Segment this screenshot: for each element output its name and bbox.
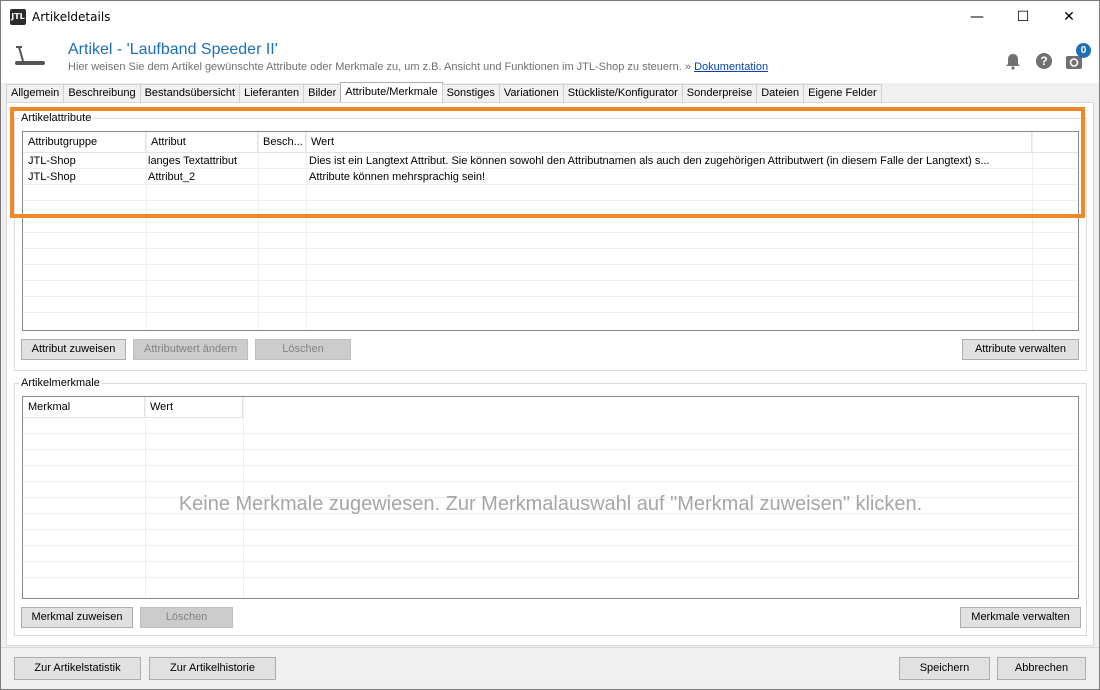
cell-attribut: Attribut_2 [148, 171, 196, 183]
close-button[interactable]: ✕ [1046, 1, 1092, 32]
window-title: Artikeldetails [32, 10, 111, 24]
change-attribute-value-button[interactable]: Attributwert ändern [133, 339, 248, 360]
article-details-window: JTL Artikeldetails — ☐ ✕ Artikel - 'Lauf… [0, 0, 1100, 690]
column-header-attribut[interactable]: Attribut [146, 132, 258, 152]
assign-feature-button[interactable]: Merkmal zuweisen [21, 607, 133, 628]
cell-beschreibung [258, 169, 306, 185]
manage-features-button[interactable]: Merkmale verwalten [960, 607, 1081, 628]
notification-badge: 0 [1076, 43, 1091, 58]
column-header-wert[interactable]: Wert [145, 397, 243, 417]
treadmill-icon [15, 46, 45, 65]
minimize-button[interactable]: — [954, 1, 1000, 32]
tab-beschreibung[interactable]: Beschreibung [63, 84, 141, 102]
help-icon[interactable]: ? [1035, 52, 1053, 70]
article-history-button[interactable]: Zur Artikelhistorie [149, 657, 276, 680]
tab-page-attributes: Artikelattribute Attributgruppe Attribut… [6, 102, 1094, 646]
article-statistics-button[interactable]: Zur Artikelstatistik [14, 657, 141, 680]
jtl-app-icon: JTL [10, 9, 26, 25]
cell-attributgruppe: JTL-Shop [28, 171, 76, 183]
cell-beschreibung [258, 153, 306, 169]
tab-eigene-felder[interactable]: Eigene Felder [803, 84, 882, 102]
attributes-grid-header: Attributgruppe Attribut Besch... Wert [23, 132, 1078, 152]
delete-feature-button[interactable]: Löschen [140, 607, 233, 628]
column-header-wert[interactable]: Wert [306, 132, 1032, 152]
attributes-grid[interactable]: Attributgruppe Attribut Besch... Wert JT… [22, 131, 1079, 331]
documentation-link[interactable]: Dokumentation [694, 61, 768, 73]
bell-icon[interactable] [1004, 52, 1022, 70]
column-header-merkmal[interactable]: Merkmal [23, 397, 145, 417]
tab-lieferanten[interactable]: Lieferanten [239, 84, 305, 102]
tab-sonstiges[interactable]: Sonstiges [441, 84, 500, 102]
tab-dateien[interactable]: Dateien [756, 84, 805, 102]
maximize-button[interactable]: ☐ [1000, 1, 1046, 32]
features-grid[interactable]: Merkmal Wert Keine Merkmale zugewiesen. … [22, 396, 1079, 599]
assign-attribute-button[interactable]: Attribut zuweisen [21, 339, 126, 360]
manage-attributes-button[interactable]: Attribute verwalten [962, 339, 1079, 360]
cancel-button[interactable]: Abbrechen [997, 657, 1086, 680]
footer-bar: Zur Artikelstatistik Zur Artikelhistorie… [1, 647, 1099, 689]
tab-attribute-merkmale[interactable]: Attribute/Merkmale [340, 82, 443, 102]
article-header: Artikel - 'Laufband Speeder II' Hier wei… [1, 32, 1099, 83]
tab-sonderpreise[interactable]: Sonderpreise [681, 84, 758, 102]
tab-bestandsuebersicht[interactable]: Bestandsübersicht [139, 84, 241, 102]
tab-allgemein[interactable]: Allgemein [6, 84, 65, 102]
page-subtitle: Hier weisen Sie dem Artikel gewünschte A… [68, 61, 768, 73]
tab-stueckliste[interactable]: Stückliste/Konfigurator [562, 84, 683, 102]
column-header-beschreibung[interactable]: Besch... [258, 132, 306, 152]
subtitle-text: Hier weisen Sie dem Artikel gewünschte A… [68, 61, 692, 73]
delete-attribute-button[interactable]: Löschen [255, 339, 351, 360]
tab-variationen[interactable]: Variationen [498, 84, 564, 102]
cell-attribut: langes Textattribut [148, 155, 238, 167]
cell-wert: Attribute können mehrsprachig sein! [309, 171, 486, 183]
svg-text:?: ? [1040, 54, 1047, 68]
cell-attributgruppe: JTL-Shop [28, 155, 76, 167]
tab-bilder[interactable]: Bilder [303, 84, 342, 102]
cell-wert: Dies ist ein Langtext Attribut. Sie könn… [309, 155, 990, 167]
empty-features-message: Keine Merkmale zugewiesen. Zur Merkmalau… [178, 493, 923, 515]
page-title: Artikel - 'Laufband Speeder II' [68, 41, 278, 58]
save-button[interactable]: Speichern [899, 657, 990, 680]
column-header-attributgruppe[interactable]: Attributgruppe [23, 132, 146, 152]
tab-strip: Allgemein Beschreibung Bestandsübersicht… [6, 82, 882, 102]
attributes-group-label: Artikelattribute [19, 112, 94, 124]
features-grid-header: Merkmal Wert [23, 397, 1078, 417]
title-bar: JTL Artikeldetails — ☐ ✕ [1, 1, 1099, 32]
features-group-label: Artikelmerkmale [19, 377, 102, 389]
